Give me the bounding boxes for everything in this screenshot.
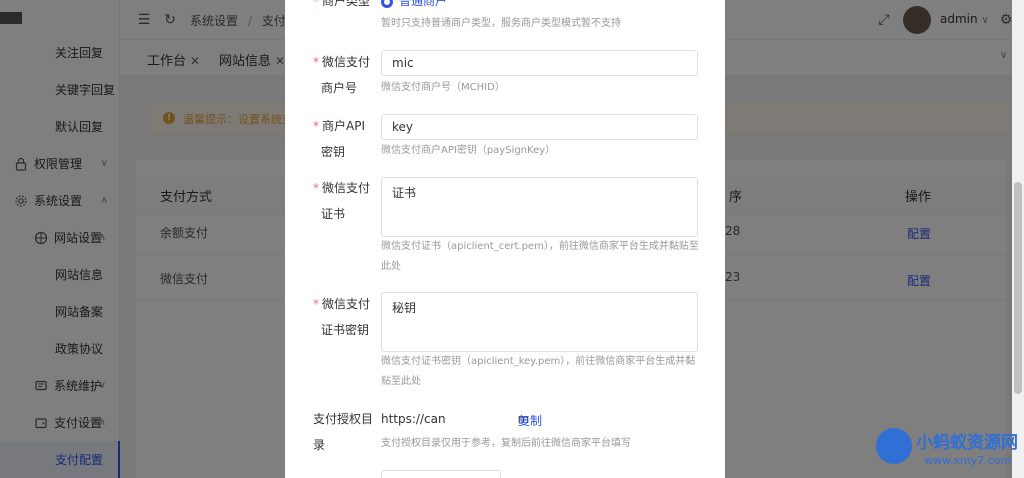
label-text: 商户API [322, 119, 365, 133]
label-text: 微信支付 [322, 181, 371, 195]
certkey-textarea[interactable]: 秘钥 [381, 292, 698, 352]
app-page: 关注回复 关键字回复 默认回复 权限管理 ∨ 系统设置 ∧ 网站设置 ∧ 网站信… [0, 0, 1024, 478]
cert-help: 微信支付证书（apiclient_cert.pem），前往微信商家平台生成并黏贴… [381, 241, 699, 272]
authdir-help: 支付授权目录仅用于参考，复制后前往微信商家平台填写 [381, 438, 631, 449]
authdir-url: https://can m [381, 412, 529, 426]
mchid-label: * 微信支付 [313, 55, 371, 69]
merchant-type-radio-label[interactable]: 普通商户 [399, 0, 447, 9]
mchid-label-line2: 商户号 [321, 81, 358, 95]
merchant-type-label: * 商户类型 [313, 0, 370, 14]
payment-config-dialog: * 商户类型 普通商户 暂时只支持普通商户类型，服务商户类型模式暂不支持 * 微信支… [285, 0, 725, 478]
authdir-url-start: https://can [381, 412, 446, 426]
apikey-input[interactable]: key [381, 114, 698, 140]
certkey-help: 微信支付证书密钥（apiclient_key.pem），前往微信商家平台生成并黏… [381, 356, 696, 387]
next-field-input[interactable] [381, 470, 501, 478]
cert-textarea[interactable]: 证书 [381, 177, 698, 237]
label-text: 微信支付 [322, 297, 371, 311]
apikey-label-line2: 密钥 [321, 145, 346, 159]
authdir-label-line2: 录 [313, 438, 326, 452]
mchid-help: 微信支付商户号（MCHID） [381, 82, 505, 93]
label-text: 商户类型 [322, 0, 371, 8]
label-text: 微信支付 [322, 55, 371, 69]
ant-logo-icon [876, 428, 912, 464]
copy-button[interactable]: 复制 [518, 412, 542, 429]
apikey-label: * 商户API [313, 119, 365, 133]
certkey-label: * 微信支付 [313, 297, 371, 311]
certkey-label-line2: 证书密钥 [321, 323, 370, 337]
merchant-type-help: 暂时只支持普通商户类型，服务商户类型模式暂不支持 [381, 18, 621, 29]
watermark-logo: 小蚂蚁资源网 www.xmy7.com [872, 424, 1022, 474]
scrollbar-thumb[interactable] [1014, 182, 1022, 394]
apikey-help: 微信支付商户API密钥（paySignKey） [381, 145, 556, 156]
cert-label-line2: 证书 [321, 207, 346, 221]
mchid-input[interactable]: mic [381, 50, 698, 76]
cert-label: * 微信支付 [313, 181, 371, 195]
watermark-url: www.xmy7.com [924, 454, 1012, 467]
authdir-label: 支付授权目 [313, 412, 374, 426]
watermark-title: 小蚂蚁资源网 [916, 433, 1018, 453]
scrollbar[interactable] [1012, 0, 1024, 478]
radio-checked-icon[interactable] [381, 0, 393, 8]
